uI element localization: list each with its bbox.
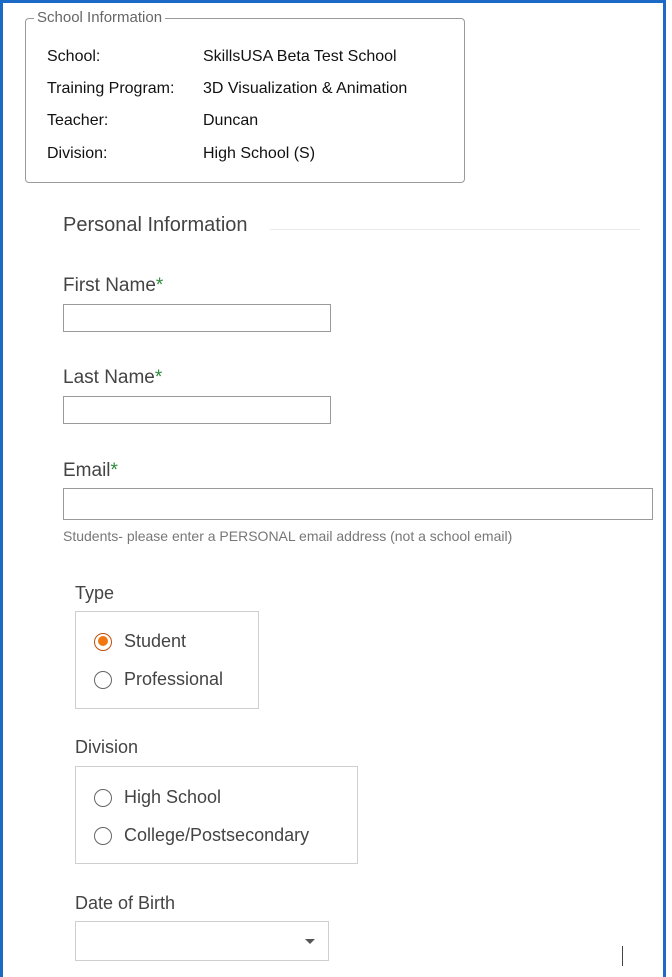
last-name-label: Last Name* <box>63 367 162 389</box>
first-name-input[interactable] <box>63 304 331 332</box>
division-label: Division <box>75 737 139 757</box>
training-program-value: 3D Visualization & Animation <box>203 80 408 97</box>
school-info-legend: School Information <box>34 9 166 26</box>
type-option-professional-label: Professional <box>124 669 224 689</box>
division-info-value: High School (S) <box>203 145 316 162</box>
section-divider <box>270 229 640 230</box>
email-label-text: Email <box>63 460 111 481</box>
division-info-label: Division: <box>47 145 108 162</box>
radio-checked-icon[interactable] <box>94 632 112 651</box>
type-option-student-label: Student <box>124 631 187 651</box>
email-input[interactable] <box>63 488 653 520</box>
dob-select[interactable] <box>75 921 329 961</box>
personal-info-title: Personal Information <box>63 214 248 236</box>
type-option-professional[interactable]: Professional <box>94 669 223 690</box>
last-name-label-text: Last Name <box>63 367 155 388</box>
radio-unchecked-icon[interactable] <box>94 788 112 807</box>
type-option-student[interactable]: Student <box>94 631 186 652</box>
first-name-label-text: First Name <box>63 275 156 296</box>
division-option-college[interactable]: College/Postsecondary <box>94 825 309 846</box>
division-option-high-school-label: High School <box>124 787 222 807</box>
division-option-college-label: College/Postsecondary <box>124 825 310 845</box>
chevron-down-icon[interactable] <box>305 939 315 944</box>
division-radio-group: High School College/Postsecondary <box>75 766 358 864</box>
type-radio-group: Student Professional <box>75 611 259 709</box>
email-hint: Students- please enter a PERSONAL email … <box>63 528 513 544</box>
teacher-label: Teacher: <box>47 112 109 129</box>
last-name-input[interactable] <box>63 396 331 424</box>
first-name-label: First Name* <box>63 275 163 297</box>
radio-unchecked-icon[interactable] <box>94 670 112 689</box>
required-mark: * <box>154 367 163 388</box>
radio-unchecked-icon[interactable] <box>94 826 112 845</box>
school-value: SkillsUSA Beta Test School <box>203 48 397 65</box>
teacher-value: Duncan <box>203 112 259 129</box>
email-label: Email* <box>63 460 118 482</box>
division-option-high-school[interactable]: High School <box>94 787 221 808</box>
school-label: School: <box>47 48 101 65</box>
training-program-label: Training Program: <box>47 80 175 97</box>
text-cursor <box>622 946 623 966</box>
dob-label: Date of Birth <box>75 893 176 913</box>
type-label: Type <box>75 583 115 603</box>
required-mark: * <box>110 460 118 481</box>
required-mark: * <box>155 275 164 296</box>
